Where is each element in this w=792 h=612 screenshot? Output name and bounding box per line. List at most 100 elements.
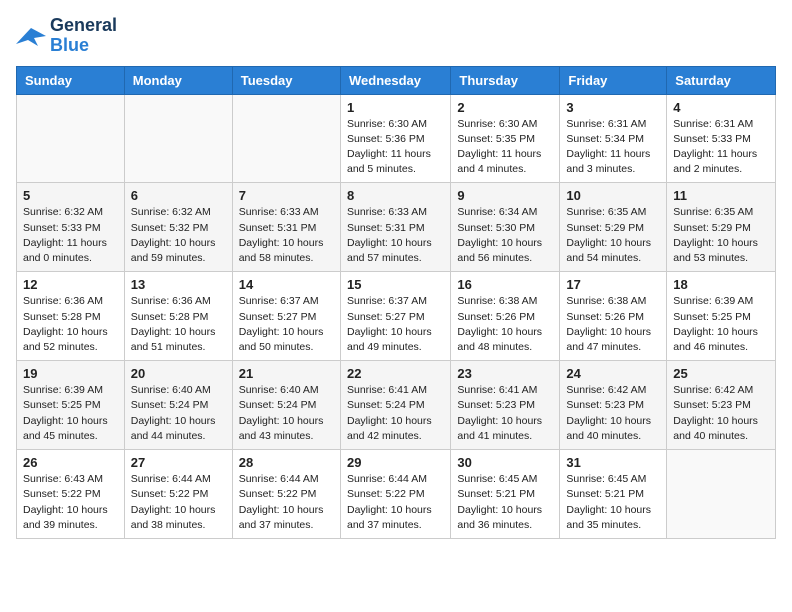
calendar-cell: 11 Sunrise: 6:35 AMSunset: 5:29 PMDayligh… [667, 183, 776, 272]
day-number: 9 [457, 188, 553, 203]
calendar-cell: 6 Sunrise: 6:32 AMSunset: 5:32 PMDaylight… [124, 183, 232, 272]
calendar-cell: 15 Sunrise: 6:37 AMSunset: 5:27 PMDayligh… [340, 272, 450, 361]
day-info: Sunrise: 6:38 AMSunset: 5:26 PMDaylight:… [566, 294, 660, 355]
day-number: 8 [347, 188, 444, 203]
page-header: General Blue [16, 16, 776, 56]
calendar-cell [124, 94, 232, 183]
calendar-cell: 1 Sunrise: 6:30 AMSunset: 5:36 PMDaylight… [340, 94, 450, 183]
day-header-monday: Monday [124, 66, 232, 94]
calendar-cell: 4 Sunrise: 6:31 AMSunset: 5:33 PMDaylight… [667, 94, 776, 183]
day-number: 13 [131, 277, 226, 292]
logo: General Blue [16, 16, 117, 56]
day-number: 2 [457, 100, 553, 115]
calendar-cell: 20 Sunrise: 6:40 AMSunset: 5:24 PMDayligh… [124, 361, 232, 450]
day-info: Sunrise: 6:45 AMSunset: 5:21 PMDaylight:… [566, 472, 660, 533]
day-number: 16 [457, 277, 553, 292]
day-header-thursday: Thursday [451, 66, 560, 94]
day-info: Sunrise: 6:35 AMSunset: 5:29 PMDaylight:… [566, 205, 660, 266]
calendar-cell: 12 Sunrise: 6:36 AMSunset: 5:28 PMDayligh… [17, 272, 125, 361]
day-number: 15 [347, 277, 444, 292]
day-number: 27 [131, 455, 226, 470]
day-info: Sunrise: 6:36 AMSunset: 5:28 PMDaylight:… [23, 294, 118, 355]
calendar-cell: 21Sunrise: 6:40 AMSunset: 5:24 PMDayligh… [232, 361, 340, 450]
day-number: 12 [23, 277, 118, 292]
calendar-cell: 8 Sunrise: 6:33 AMSunset: 5:31 PMDaylight… [340, 183, 450, 272]
day-number: 17 [566, 277, 660, 292]
day-number: 23 [457, 366, 553, 381]
day-number: 31 [566, 455, 660, 470]
calendar-cell: 3 Sunrise: 6:31 AMSunset: 5:34 PMDaylight… [560, 94, 667, 183]
logo-icon [16, 24, 46, 48]
day-number: 5 [23, 188, 118, 203]
calendar-cell: 16Sunrise: 6:38 AMSunset: 5:26 PMDayligh… [451, 272, 560, 361]
day-info: Sunrise: 6:39 AMSunset: 5:25 PMDaylight:… [673, 294, 769, 355]
day-header-friday: Friday [560, 66, 667, 94]
day-number: 28 [239, 455, 334, 470]
day-info: Sunrise: 6:44 AMSunset: 5:22 PMDaylight:… [131, 472, 226, 533]
day-info: Sunrise: 6:32 AMSunset: 5:32 PMDaylight:… [131, 205, 226, 266]
calendar-cell: 10Sunrise: 6:35 AMSunset: 5:29 PMDayligh… [560, 183, 667, 272]
day-info: Sunrise: 6:32 AMSunset: 5:33 PMDaylight:… [23, 205, 118, 266]
day-number: 11 [673, 188, 769, 203]
logo-text: General Blue [50, 16, 117, 56]
day-info: Sunrise: 6:41 AMSunset: 5:24 PMDaylight:… [347, 383, 444, 444]
calendar-cell: 18 Sunrise: 6:39 AMSunset: 5:25 PMDayligh… [667, 272, 776, 361]
day-info: Sunrise: 6:30 AMSunset: 5:36 PMDaylight:… [347, 117, 444, 178]
day-info: Sunrise: 6:31 AMSunset: 5:33 PMDaylight:… [673, 117, 769, 178]
day-header-wednesday: Wednesday [340, 66, 450, 94]
day-info: Sunrise: 6:37 AMSunset: 5:27 PMDaylight:… [347, 294, 444, 355]
calendar-week-4: 19Sunrise: 6:39 AMSunset: 5:25 PMDayligh… [17, 361, 776, 450]
calendar-cell: 5 Sunrise: 6:32 AMSunset: 5:33 PMDaylight… [17, 183, 125, 272]
day-number: 30 [457, 455, 553, 470]
day-info: Sunrise: 6:44 AMSunset: 5:22 PMDaylight:… [347, 472, 444, 533]
day-info: Sunrise: 6:44 AMSunset: 5:22 PMDaylight:… [239, 472, 334, 533]
day-number: 6 [131, 188, 226, 203]
day-number: 25 [673, 366, 769, 381]
day-number: 1 [347, 100, 444, 115]
calendar-cell: 9Sunrise: 6:34 AMSunset: 5:30 PMDaylight… [451, 183, 560, 272]
calendar-week-3: 12 Sunrise: 6:36 AMSunset: 5:28 PMDayligh… [17, 272, 776, 361]
calendar-cell: 30 Sunrise: 6:45 AMSunset: 5:21 PMDayligh… [451, 450, 560, 539]
day-info: Sunrise: 6:39 AMSunset: 5:25 PMDaylight:… [23, 383, 118, 444]
calendar-cell: 19Sunrise: 6:39 AMSunset: 5:25 PMDayligh… [17, 361, 125, 450]
day-number: 29 [347, 455, 444, 470]
day-header-saturday: Saturday [667, 66, 776, 94]
calendar-cell: 31 Sunrise: 6:45 AMSunset: 5:21 PMDayligh… [560, 450, 667, 539]
day-info: Sunrise: 6:41 AMSunset: 5:23 PMDaylight:… [457, 383, 553, 444]
day-header-tuesday: Tuesday [232, 66, 340, 94]
calendar-cell: 22 Sunrise: 6:41 AMSunset: 5:24 PMDayligh… [340, 361, 450, 450]
calendar-week-1: 1 Sunrise: 6:30 AMSunset: 5:36 PMDaylight… [17, 94, 776, 183]
calendar-cell [17, 94, 125, 183]
day-number: 4 [673, 100, 769, 115]
day-number: 20 [131, 366, 226, 381]
day-number: 3 [566, 100, 660, 115]
day-info: Sunrise: 6:40 AMSunset: 5:24 PMDaylight:… [131, 383, 226, 444]
day-info: Sunrise: 6:33 AMSunset: 5:31 PMDaylight:… [347, 205, 444, 266]
day-info: Sunrise: 6:35 AMSunset: 5:29 PMDaylight:… [673, 205, 769, 266]
day-info: Sunrise: 6:45 AMSunset: 5:21 PMDaylight:… [457, 472, 553, 533]
calendar-cell: 24Sunrise: 6:42 AMSunset: 5:23 PMDayligh… [560, 361, 667, 450]
day-info: Sunrise: 6:30 AMSunset: 5:35 PMDaylight:… [457, 117, 553, 178]
calendar-cell [232, 94, 340, 183]
calendar-week-5: 26Sunrise: 6:43 AMSunset: 5:22 PMDayligh… [17, 450, 776, 539]
calendar-cell: 27 Sunrise: 6:44 AMSunset: 5:22 PMDayligh… [124, 450, 232, 539]
day-number: 14 [239, 277, 334, 292]
day-info: Sunrise: 6:31 AMSunset: 5:34 PMDaylight:… [566, 117, 660, 178]
day-number: 21 [239, 366, 334, 381]
day-info: Sunrise: 6:43 AMSunset: 5:22 PMDaylight:… [23, 472, 118, 533]
day-number: 7 [239, 188, 334, 203]
day-header-sunday: Sunday [17, 66, 125, 94]
day-info: Sunrise: 6:33 AMSunset: 5:31 PMDaylight:… [239, 205, 334, 266]
calendar-cell: 23 Sunrise: 6:41 AMSunset: 5:23 PMDayligh… [451, 361, 560, 450]
calendar-week-2: 5 Sunrise: 6:32 AMSunset: 5:33 PMDaylight… [17, 183, 776, 272]
calendar-cell: 25 Sunrise: 6:42 AMSunset: 5:23 PMDayligh… [667, 361, 776, 450]
calendar-cell: 28 Sunrise: 6:44 AMSunset: 5:22 PMDayligh… [232, 450, 340, 539]
day-number: 18 [673, 277, 769, 292]
day-info: Sunrise: 6:42 AMSunset: 5:23 PMDaylight:… [673, 383, 769, 444]
calendar-cell: 2 Sunrise: 6:30 AMSunset: 5:35 PMDaylight… [451, 94, 560, 183]
day-number: 24 [566, 366, 660, 381]
calendar-header-row: SundayMondayTuesdayWednesdayThursdayFrid… [17, 66, 776, 94]
calendar-cell: 14Sunrise: 6:37 AMSunset: 5:27 PMDayligh… [232, 272, 340, 361]
day-info: Sunrise: 6:36 AMSunset: 5:28 PMDaylight:… [131, 294, 226, 355]
day-number: 22 [347, 366, 444, 381]
